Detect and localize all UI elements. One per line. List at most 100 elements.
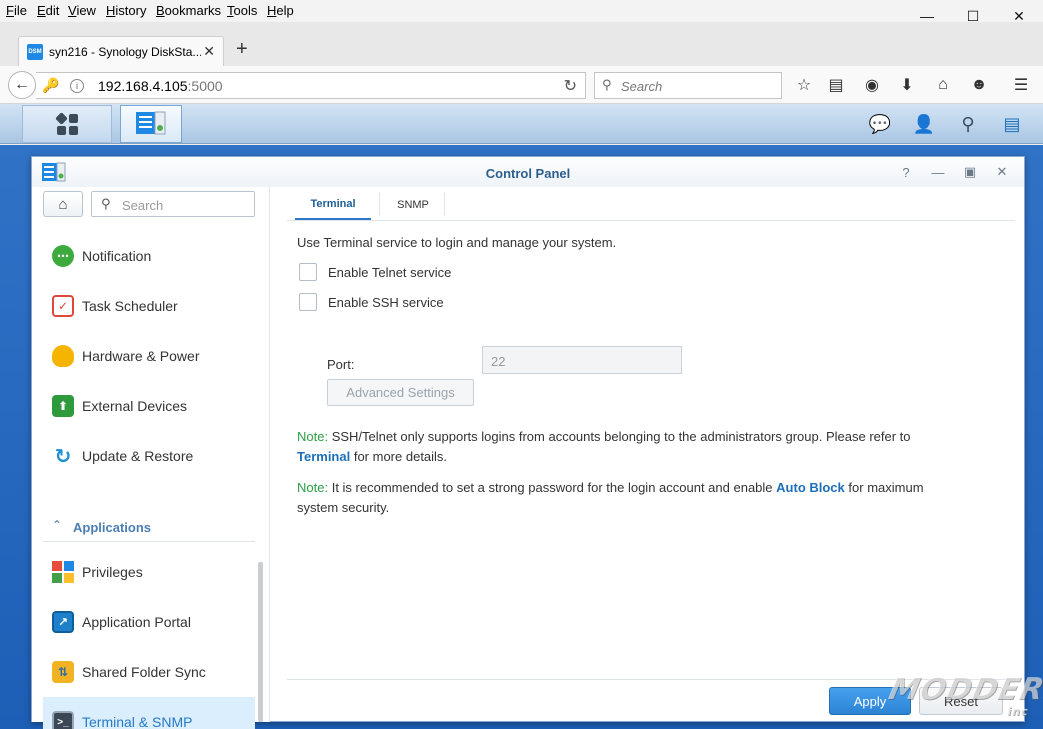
home-button-icon[interactable]: ⌂	[43, 191, 83, 217]
menu-bookmarks[interactable]: Bookmarks	[156, 3, 221, 18]
sidebar-item-label: External Devices	[82, 398, 188, 414]
pocket-icon[interactable]: ◉	[860, 74, 884, 96]
note-text-after: for more details.	[353, 449, 448, 464]
shared-folder-sync-icon: ⇅	[52, 661, 74, 683]
star-icon[interactable]: ☆	[792, 74, 816, 96]
menu-edit[interactable]: Edit	[37, 3, 59, 18]
sidebar-item-application-portal[interactable]: ↗ Application Portal	[43, 597, 255, 647]
sidebar-item-update-restore[interactable]: ↻ Update & Restore	[43, 431, 255, 481]
menu-file[interactable]: File	[6, 3, 27, 18]
control-panel-task-button[interactable]	[120, 105, 182, 143]
search-icon: ⚲	[101, 196, 111, 211]
dsm-favicon-icon: DSM	[27, 44, 43, 60]
ssh-checkbox[interactable]	[299, 293, 317, 311]
info-icon[interactable]: i	[70, 79, 84, 93]
section-label: Applications	[73, 520, 152, 535]
hardware-power-icon	[52, 345, 74, 367]
sidebar-item-terminal-snmp[interactable]: >_ Terminal & SNMP	[43, 697, 255, 729]
tab-title: syn216 - Synology DiskSta...	[49, 45, 201, 59]
sidebar-item-label: Hardware & Power	[82, 348, 200, 364]
reload-icon[interactable]: ↻	[564, 76, 577, 96]
back-button-icon[interactable]: ←	[8, 71, 36, 99]
url-host: 192.168.4.105	[98, 78, 188, 94]
sidebar-section-applications[interactable]: ⌃ Applications	[43, 516, 255, 542]
browser-search-placeholder: Search	[621, 79, 663, 94]
control-panel-title: Control Panel	[485, 166, 571, 181]
sidebar-item-privileges[interactable]: Privileges	[43, 547, 255, 597]
sidebar-item-label: Notification	[82, 248, 152, 264]
browser-search-input[interactable]: ⚲ Search	[594, 72, 782, 99]
download-icon[interactable]: ⬇	[895, 74, 919, 96]
sidebar-item-notification[interactable]: ⋯ Notification	[43, 231, 255, 281]
help-icon[interactable]: ?	[896, 163, 916, 181]
url-bar[interactable]: 🔑 i 192.168.4.105:5000 ↻	[36, 72, 586, 99]
key-icon[interactable]: 🔑	[42, 77, 59, 94]
sidebar-scrollbar[interactable]	[258, 562, 263, 722]
cp-close-icon[interactable]: ✕	[992, 163, 1012, 181]
note-text-line2: system security.	[297, 500, 390, 515]
menu-view[interactable]: View	[68, 3, 96, 18]
note-tag: Note:	[297, 429, 329, 444]
notification-icon: ⋯	[52, 245, 74, 267]
telnet-option[interactable]: Enable Telnet service	[299, 263, 451, 281]
watermark-text: MODDERS	[885, 672, 1043, 707]
settings-tabs: Terminal SNMP	[287, 189, 1015, 221]
chevron-up-icon: ⌃	[52, 518, 63, 532]
menu-history[interactable]: History	[106, 3, 146, 18]
external-devices-icon: ⬆	[52, 395, 74, 417]
ssh-option[interactable]: Enable SSH service	[299, 293, 444, 311]
sidebar-item-task-scheduler[interactable]: ✓ Task Scheduler	[43, 281, 255, 331]
user-icon[interactable]: 👤	[910, 112, 938, 136]
modders-inc-watermark: MODDERS inc	[883, 672, 1043, 720]
browser-navbar: 🔑 i 192.168.4.105:5000 ↻ ← ⚲ Search ☆ ▤ …	[0, 66, 1043, 104]
privileges-icon	[52, 561, 74, 583]
dsm-taskbar: 💬 👤 ⚲ ▤	[0, 104, 1043, 144]
telnet-label: Enable Telnet service	[328, 264, 452, 280]
auto-block-link[interactable]: Auto Block	[776, 480, 845, 495]
tab-terminal[interactable]: Terminal	[295, 189, 371, 220]
telnet-checkbox[interactable]	[299, 263, 317, 281]
port-input[interactable]: 22	[482, 346, 682, 374]
terminal-help-link[interactable]: Terminal	[297, 449, 350, 464]
reading-list-icon[interactable]: ▤	[824, 74, 848, 96]
widgets-icon[interactable]: ▤	[998, 112, 1026, 136]
application-portal-icon: ↗	[52, 611, 74, 633]
dsm-search-icon[interactable]: ⚲	[954, 112, 982, 136]
browser-tabstrip: DSM syn216 - Synology DiskSta... ✕ +	[0, 22, 1043, 66]
terminal-settings-panel: Terminal SNMP Use Terminal service to lo…	[287, 187, 1015, 722]
terminal-description: Use Terminal service to login and manage…	[297, 235, 617, 250]
note-text-after: for maximum	[848, 480, 924, 495]
chat-icon[interactable]: 💬	[866, 112, 894, 136]
main-menu-button[interactable]	[22, 105, 112, 143]
new-tab-icon[interactable]: +	[236, 38, 248, 61]
hamburger-menu-icon[interactable]: ☰	[1009, 74, 1033, 96]
tab-close-icon[interactable]: ✕	[203, 43, 215, 60]
tab-snmp[interactable]: SNMP	[383, 189, 443, 220]
home-icon[interactable]: ⌂	[931, 74, 955, 96]
note-ssh-telnet: Note: SSH/Telnet only supports logins fr…	[297, 427, 997, 467]
sidebar-item-external-devices[interactable]: ⬆ External Devices	[43, 381, 255, 431]
sidebar-item-label: Task Scheduler	[82, 298, 178, 314]
sidebar-search-input[interactable]: ⚲ Search	[91, 191, 255, 217]
update-restore-icon: ↻	[52, 445, 74, 468]
menu-tools[interactable]: Tools	[227, 3, 257, 18]
port-label: Port:	[327, 357, 355, 372]
sidebar-item-label: Application Portal	[82, 614, 191, 630]
watermark-sub: inc	[1006, 705, 1031, 718]
sidebar-item-label: Privileges	[82, 564, 143, 580]
control-panel-window: Control Panel ? — ▣ ✕ ⌂ ⚲ Search ⋯ Notif…	[31, 156, 1025, 729]
emoji-icon[interactable]: ☻	[967, 74, 991, 96]
terminal-icon: >_	[52, 711, 74, 729]
advanced-settings-button[interactable]: Advanced Settings	[327, 379, 474, 406]
cp-maximize-icon[interactable]: ▣	[960, 163, 980, 181]
sidebar-item-shared-folder-sync[interactable]: ⇅ Shared Folder Sync	[43, 647, 255, 697]
menu-help[interactable]: Help	[267, 3, 294, 18]
note-text: It is recommended to set a strong passwo…	[331, 480, 773, 495]
sidebar-item-hardware-power[interactable]: Hardware & Power	[43, 331, 255, 381]
control-panel-titlebar[interactable]: Control Panel ? — ▣ ✕	[32, 157, 1024, 187]
browser-tab[interactable]: DSM syn216 - Synology DiskSta... ✕	[18, 36, 224, 66]
search-icon: ⚲	[602, 77, 612, 92]
tab-divider	[444, 193, 445, 215]
cp-minimize-icon[interactable]: —	[928, 163, 948, 181]
url-port: :5000	[187, 78, 223, 94]
